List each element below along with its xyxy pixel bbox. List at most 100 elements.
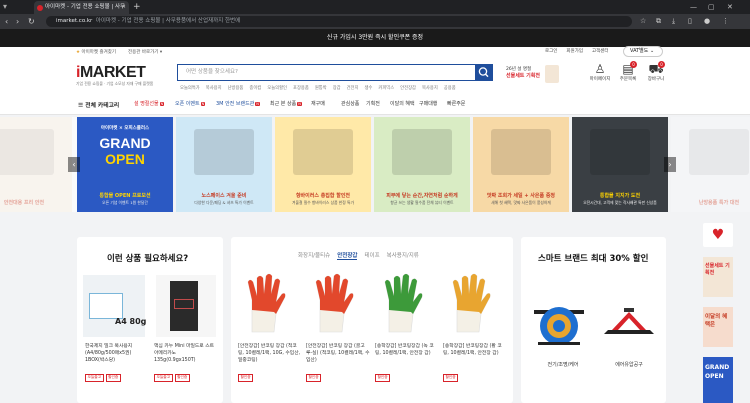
keyword-link[interactable]: 포장용품	[293, 85, 309, 91]
heart-icon[interactable]: ♥	[703, 223, 733, 247]
new-badge: N	[297, 102, 302, 106]
banner-slide[interactable]: 통합몰 지지가 도전 오전시간대, 고객에 맞는 작사배관 특판 신상품	[572, 117, 668, 212]
promo-bar[interactable]: 신규 가입시 3만원 즉시 할인쿠폰 증정	[0, 29, 750, 47]
tab-copy-paper[interactable]: 복사용지/지류	[387, 251, 419, 260]
category-item[interactable]: 재구매	[311, 100, 325, 107]
vat-toggle[interactable]: VAT별도 ⌄	[623, 46, 663, 57]
cart-icon: ⛟	[648, 62, 664, 76]
side-banner-benefit[interactable]: 이달의 혜택은	[703, 307, 733, 347]
search-input[interactable]: 어떤 상품을 찾으세요?	[177, 64, 475, 81]
banner-slide[interactable]: 노스페이스 겨울 준비 다양한 다운/패딩 & 셔츠 특가 이벤트	[176, 117, 272, 212]
banner-slide[interactable]: 피부에 닿는 순간,자연처럼 순하게 항균 쓰는 생활 필수품 전체 뷰티 이벤트	[374, 117, 470, 212]
carousel-next-button[interactable]: ›	[664, 157, 676, 172]
new-tab-button[interactable]: +	[133, 0, 141, 14]
download-icon[interactable]: ⤓	[672, 14, 675, 29]
login-link[interactable]: 로그인	[545, 48, 557, 54]
side-banner-gift[interactable]: 선물세트 기획전	[703, 257, 733, 297]
glove-image[interactable]	[443, 270, 503, 336]
glove-image[interactable]	[238, 270, 298, 336]
back-button[interactable]: ‹	[5, 14, 8, 29]
address-bar[interactable]: imarket.co.kr 아이마켓 - 기업 전용 쇼핑몰 | 사무용품에서 …	[46, 16, 632, 27]
browser-menu-icon[interactable]: ▾	[3, 1, 15, 13]
banner-slide[interactable]: 항바이러스 총집합 할인전 겨울철 필수 항바이러스 상품 한정 특가	[275, 117, 371, 212]
category-item[interactable]: 설 명절선물 N	[134, 100, 165, 107]
banner-title: 통합몰 지지가 도전	[599, 193, 641, 199]
product-name[interactable]: 에어유압공구	[604, 362, 654, 369]
coffee-image[interactable]	[156, 275, 216, 337]
browser-more-icon[interactable]: ⋮	[722, 14, 729, 29]
extensions-icon[interactable]: ⧉	[656, 14, 661, 29]
profile-icon[interactable]: ●	[704, 14, 710, 29]
keyword-link[interactable]: 난방용품	[228, 85, 244, 91]
carousel-prev-button[interactable]: ‹	[68, 157, 80, 172]
copy-paper-image[interactable]: A4 80g	[83, 275, 146, 337]
keyword-link[interactable]: 복사용지	[206, 85, 222, 91]
keyword-link[interactable]: 원통박	[315, 85, 327, 91]
all-category-button[interactable]: ☰ 전체 카테고리	[78, 100, 119, 109]
tab-close-icon[interactable]: ×	[121, 1, 126, 14]
chevron-down-icon: ⌄	[649, 48, 655, 54]
banner-title: 노스페이스 겨울 준비	[201, 193, 247, 199]
category-item[interactable]: 오픈 이벤트 N	[175, 100, 206, 107]
keyword-link[interactable]: 복사용지	[422, 85, 438, 91]
new-badge: N	[255, 102, 260, 106]
product-name[interactable]: 액심 카누 Mini 마일드로 스트 아메리카노 135g(0.9gx150T)	[154, 343, 218, 364]
forward-button[interactable]: ›	[16, 14, 19, 29]
keyword-link[interactable]: 건전지	[347, 85, 359, 91]
keyword-link[interactable]: 커피믹스	[378, 85, 394, 91]
banner-slide[interactable]: 아이마켓 × 오피스플러스 GRAND OPEN 통합몰 OPEN 프로모션 오픈 기념…	[77, 117, 173, 212]
side-banner-grand-open[interactable]: GRAND OPEN	[703, 357, 733, 403]
category-item[interactable]: 빠른주문	[447, 100, 465, 107]
product-name[interactable]: 전기/조명/케어	[538, 362, 588, 369]
tab-tissue[interactable]: 화장지/물티슈	[298, 251, 330, 260]
car-jack-image[interactable]	[598, 300, 660, 340]
header-ad-banner[interactable]: 26년 설 명절 선물세트 기획전	[500, 64, 560, 86]
banner-subtitle: 항균 쓰는 생활 필수품 전체 뷰티 이벤트	[390, 200, 454, 205]
reload-button[interactable]: ↻	[28, 14, 35, 29]
keyword-link[interactable]: 생수	[364, 85, 372, 91]
cable-reel-image[interactable]	[530, 290, 588, 348]
category-item[interactable]: 기획전	[366, 100, 380, 107]
mypage-button[interactable]: ♙ 마이페이지	[585, 62, 615, 82]
category-label: 3M 안전 브랜드관	[216, 101, 255, 107]
receipt-icon: ▤	[622, 62, 634, 76]
banner-title: 맛짜 조회가 세일 + 사은품 증정	[486, 193, 556, 199]
category-item[interactable]: 3M 안전 브랜드관 N	[216, 100, 260, 107]
order-list-button[interactable]: ▤ 0 주문목록	[613, 61, 643, 82]
category-item[interactable]: 구매대행	[419, 100, 437, 107]
product-name[interactable]: [송학장갑] 반코팅장갑 (녹 코팅, 10켤레/1팩, 안전장 갑)	[375, 343, 439, 357]
minimize-button[interactable]: —	[690, 0, 697, 14]
category-item[interactable]: 관심상품	[341, 100, 359, 107]
signup-link[interactable]: 회원가입	[566, 48, 583, 54]
close-window-button[interactable]: ✕	[727, 0, 733, 14]
keyword-link[interactable]: 오늘의할인	[267, 85, 287, 91]
search-button[interactable]	[475, 64, 493, 81]
glove-image[interactable]	[375, 270, 435, 336]
tab-tape[interactable]: 테이프	[364, 251, 379, 260]
category-item[interactable]: 최근 본 상품 N	[270, 100, 302, 107]
product-tags: 할인중	[306, 373, 323, 382]
category-item[interactable]: 이달의 혜택	[390, 100, 415, 107]
favorite-link[interactable]: ★ 아이마켓 즐겨찾기	[76, 49, 116, 55]
browser-tab[interactable]: 아이마켓 - 기업 전용 쇼핑몰 | 사무 ×	[34, 1, 129, 14]
banner-product-image	[293, 129, 353, 175]
glove-image[interactable]	[306, 270, 366, 336]
keyword-link[interactable]: 공용품	[444, 85, 456, 91]
customer-center-link[interactable]: 고객센터	[592, 48, 609, 54]
cart-button[interactable]: ⛟ 0 장바구니	[641, 61, 671, 82]
product-name[interactable]: [송학장갑] 반코팅장갑 (황 코팅, 10켤레/1팩, 안전장 갑)	[443, 343, 507, 357]
site-logo[interactable]: iMARKET	[76, 64, 146, 82]
product-name[interactable]: 한국제지 밀크 복사용지 (A4/80g/500매x5권) 1BOX(박스당)	[85, 343, 147, 364]
product-name[interactable]: [안전장갑] 반코팅 장갑 (골고루-실) (적코팅, 10켤레/1팩, 수입산…	[306, 343, 370, 364]
maximize-button[interactable]: ▢	[708, 0, 715, 14]
keyword-link[interactable]: 오늘의특가	[180, 85, 200, 91]
tab-safety-gloves[interactable]: 안전장갑	[337, 251, 358, 260]
bookmark-star-icon[interactable]: ☆	[640, 14, 646, 29]
keyword-link[interactable]: 안전장갑	[400, 85, 416, 91]
shortcut-link[interactable]: 전용관 바로가기 ▾	[128, 49, 162, 55]
product-name[interactable]: [안전장갑] 반코팅 장갑 (적코팅, 10켤레/1팩, 10G, 수입산, 일…	[238, 343, 302, 364]
banner-slide[interactable]: 맛짜 조회가 세일 + 사은품 증정 새해 첫 혜택, 맛짜 사은품이 풍성하게	[473, 117, 569, 212]
keyword-link[interactable]: 장갑	[333, 85, 341, 91]
sidebar-icon[interactable]: ▯	[688, 14, 692, 29]
keyword-link[interactable]: 종이컵	[249, 85, 261, 91]
